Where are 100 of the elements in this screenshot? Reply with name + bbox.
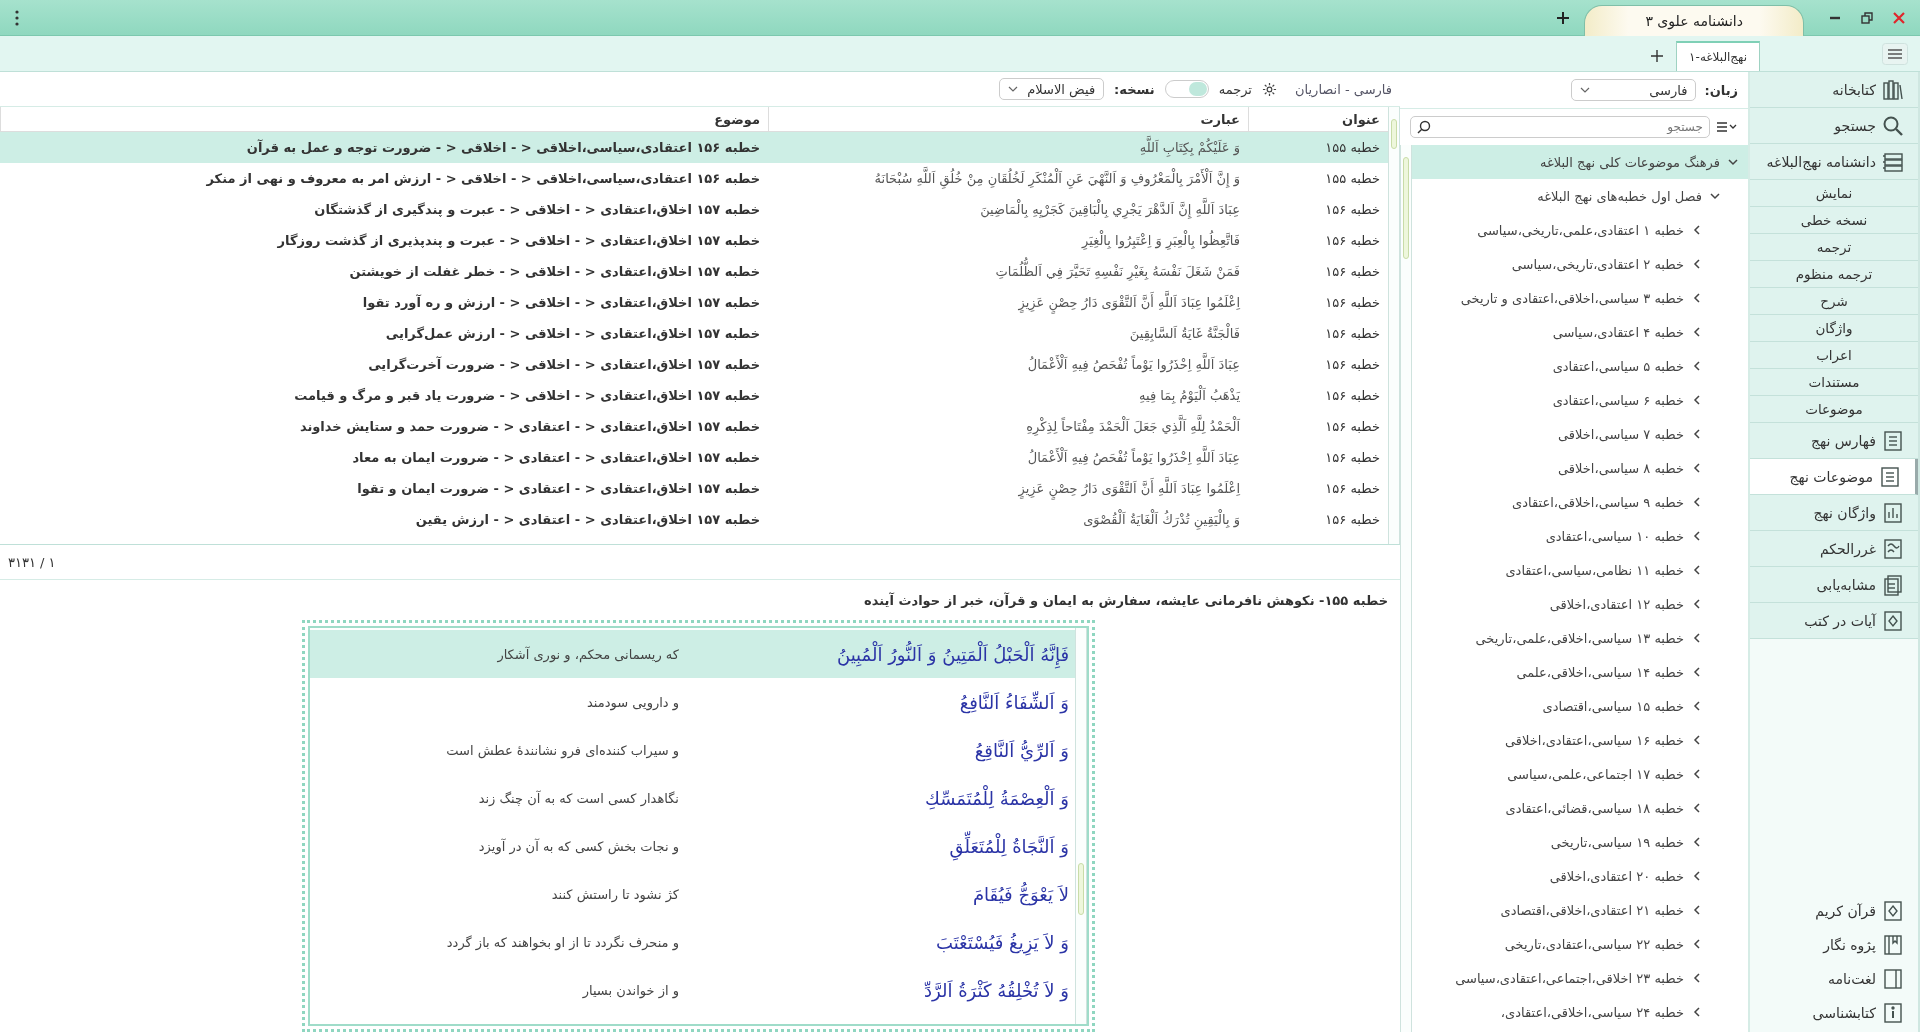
chevron-left-icon[interactable] — [1692, 327, 1702, 337]
menu-icon[interactable] — [1882, 42, 1908, 65]
verse-row[interactable]: وَ اَلرِّيُّ اَلنَّاقِعُ و سیراب کننده‌ای فرو نشانندهٔ عطش است — [310, 726, 1075, 774]
sidebar-item[interactable]: اعراب — [1750, 342, 1918, 369]
scrollbar[interactable] — [1400, 145, 1412, 1032]
sidebar-item[interactable]: نمایش — [1750, 180, 1918, 207]
document-tab[interactable]: نهج‌البلاغه-۱ — [1676, 41, 1760, 71]
chevron-left-icon[interactable] — [1692, 599, 1702, 609]
tree-item[interactable]: خطبه ۲۳ اخلاقی،اجتماعی،اعتقادی،سیاسی — [1412, 961, 1748, 995]
verse-row[interactable]: وَ لاَ تُخْلِقُهُ كَثْرَةُ اَلرَّدِّ و از خواندن بسیار — [310, 966, 1075, 1014]
sidebar-item[interactable]: پژوه نگار — [1750, 928, 1918, 962]
verse-row[interactable]: وَ اَلنَّجَاةُ لِلْمُتَعَلِّقِ و نجات بخش کسی که به آن در آویزد — [310, 822, 1075, 870]
table-row[interactable]: خطبه ۱۵۶ اَلْحَمْدُ لِلَّهِ اَلَّذِي جَعَلَ اَلْحَمْدَ مِفْتَاحاً لِذِكْرِهِ خطبه ۱۵۷ اخلاق،اعتقادی < - اعتقادی < - ضرورت حمد و ستایش خداوند — [0, 411, 1388, 442]
sidebar-item[interactable]: دانشنامه نهج‌البلاغه — [1750, 144, 1918, 180]
sidebar-item[interactable]: فهارس نهج — [1750, 423, 1918, 459]
tree-item[interactable]: خطبه ۱۵ سیاسی،اقتصادی — [1412, 689, 1748, 723]
table-row[interactable]: خطبه ۱۵۶ عِبَادَ اَللَّهِ إِنَّ اَلدَّهْرَ يَجْرِي بِالْبَاقِينَ كَجَرْيِهِ بِالْمَاضِينَ خطبه ۱۵۷ اخلاق،اعتقادی < - اخلاقی < - عبرت و پندگیری از گذشتگان — [0, 194, 1388, 225]
sidebar-item[interactable]: مستندات — [1750, 369, 1918, 396]
chevron-left-icon[interactable] — [1692, 803, 1702, 813]
edition-select[interactable]: فیض الاسلام — [999, 78, 1105, 100]
chevron-left-icon[interactable] — [1692, 531, 1702, 541]
sidebar-item[interactable]: قرآن کریم — [1750, 894, 1918, 928]
chevron-left-icon[interactable] — [1692, 633, 1702, 643]
chevron-left-icon[interactable] — [1692, 225, 1702, 235]
tree-item[interactable]: خطبه ۲۱ اعتقادی،اخلاقی،اقتصادی — [1412, 893, 1748, 927]
chevron-left-icon[interactable] — [1692, 565, 1702, 575]
sidebar-item[interactable]: آیات در کتب — [1750, 603, 1918, 639]
tree-item[interactable]: خطبه ۱۳ سیاسی،اخلاقی،علمی،تاریخی — [1412, 621, 1748, 655]
chevron-left-icon[interactable] — [1692, 667, 1702, 677]
sidebar-item[interactable]: غررالحکم — [1750, 531, 1918, 567]
sidebar-item[interactable]: لغت‌نامه — [1750, 962, 1918, 996]
plus-icon[interactable] — [1556, 10, 1571, 25]
tree-item[interactable]: فصل اول خطبه‌های نهج البلاغه — [1412, 179, 1748, 213]
table-row[interactable]: خطبه ۱۵۶ عِبَادَ اَللَّهِ اِحْذَرُوا يَوْماً تُفْحَصُ فِيهِ اَلْأَعْمَالُ خطبه ۱۵۷ اخلاق،اعتقادی < - اخلاقی < - ضرورت آخرت‌گرایی — [0, 349, 1388, 380]
verse-row[interactable]: فَإِنَّهُ اَلْحَبْلُ اَلْمَتِينُ وَ اَلنُّورُ اَلْمُبِينُ که ریسمانی محکم، و نوری آشکار — [310, 630, 1075, 678]
table-row[interactable]: خطبه ۱۵۶ عِبَادَ اَللَّهِ اِحْذَرُوا يَوْماً تُفْحَصُ فِيهِ اَلْأَعْمَالُ خطبه ۱۵۷ اخلاق،اعتقادی < - اعتقادی < - ضرورت ایمان به معاد — [0, 442, 1388, 473]
sidebar-item[interactable]: کتابشناسی — [1750, 996, 1918, 1030]
table-row[interactable]: خطبه ۱۵۶ فَالْجَنَّةُ غَايَةُ اَلسَّابِقِينَ خطبه ۱۵۷ اخلاق،اعتقادی < - اخلاقی < - ارزش عمل‌گرایی — [0, 318, 1388, 349]
list-options-icon[interactable] — [1716, 121, 1738, 133]
sidebar-item[interactable]: ترجمه منظوم — [1750, 261, 1918, 288]
scrollbar[interactable] — [1388, 107, 1400, 544]
restore-icon[interactable] — [1860, 10, 1874, 25]
tree-item[interactable]: خطبه ۱۹ سیاسی،تاریخی — [1412, 825, 1748, 859]
chevron-left-icon[interactable] — [1692, 973, 1702, 983]
sidebar-item[interactable]: موضوعات نهج — [1750, 459, 1918, 495]
chevron-left-icon[interactable] — [1692, 871, 1702, 881]
close-icon[interactable] — [1892, 10, 1906, 25]
sidebar-item[interactable]: کتابخانه — [1750, 72, 1918, 108]
sidebar-item[interactable]: ترجمه — [1750, 234, 1918, 261]
table-row[interactable]: خطبه ۱۵۶ اِعْلَمُوا عِبَادَ اَللَّهِ أَنَّ اَلتَّقْوَى دَارُ حِصْنٍ عَزِيزٍ خطبه ۱۵۷ اخلاق،اعتقادی < - اعتقادی < - ضرورت ایمان و تقوا — [0, 473, 1388, 504]
chevron-left-icon[interactable] — [1692, 463, 1702, 473]
scrollbar[interactable] — [1075, 628, 1087, 1024]
tree-item[interactable]: خطبه ۷ سیاسی،اخلاقی — [1412, 417, 1748, 451]
tree-item[interactable]: خطبه ۱۴ سیاسی،اخلاقی،علمی — [1412, 655, 1748, 689]
chevron-left-icon[interactable] — [1692, 497, 1702, 507]
tree-item[interactable]: خطبه ۱۲ اعتقادی،اخلاقی — [1412, 587, 1748, 621]
translation-toggle[interactable] — [1164, 80, 1209, 98]
sidebar-item[interactable]: موضوعات — [1750, 396, 1918, 423]
verse-row[interactable]: وَ لاَ يَزِيغُ فَيُسْتَعْتَبَ و منحرف نگردد تا از او بخواهند که باز گردد — [310, 918, 1075, 966]
tree-item[interactable]: خطبه ۹ سیاسی،اخلاقی،اعتقادی — [1412, 485, 1748, 519]
chevron-left-icon[interactable] — [1692, 701, 1702, 711]
tree-item[interactable]: خطبه ۱۷ اجتماعی،علمی،سیاسی — [1412, 757, 1748, 791]
chevron-left-icon[interactable] — [1692, 259, 1702, 269]
verse-row[interactable]: لاَ يَعْوَجُّ فَيُقَامَ کژ نشود تا راستش کنند — [310, 870, 1075, 918]
tree-item[interactable]: خطبه ۱۶ سیاسی،اعتقادی،اخلاقی — [1412, 723, 1748, 757]
table-row[interactable]: خطبه ۱۵۶ فَمَنْ شَغَلَ نَفْسَهُ بِغَيْرِ نَفْسِهِ تَحَيَّرَ فِي اَلظُّلُمَاتِ خطبه ۱۵۷ اخلاق،اعتقادی < - اخلاقی < - خطر غفلت از خویشتن — [0, 256, 1388, 287]
verse-row[interactable]: وَ اَلشِّفَاءُ اَلنَّافِعُ و دارویی سودمند — [310, 678, 1075, 726]
tree-item[interactable]: خطبه ۳ سیاسی،اخلاقی،اعتقادی و تاریخی — [1412, 281, 1748, 315]
tree-item[interactable]: خطبه ۱ اعتقادی،علمی،تاریخی،سیاسی — [1412, 213, 1748, 247]
chevron-left-icon[interactable] — [1692, 361, 1702, 371]
verse-row[interactable]: وَ اَلْعِصْمَةُ لِلْمُتَمَسِّكِ نگاهدار کسی است که به آن چنگ زند — [310, 774, 1075, 822]
tree-item[interactable]: خطبه ۵ سیاسی،اعتقادی — [1412, 349, 1748, 383]
column-header[interactable]: عبارت — [768, 107, 1248, 131]
more-icon[interactable] — [14, 9, 20, 26]
gear-icon[interactable] — [1262, 81, 1277, 97]
table-row[interactable]: خطبه ۱۵۵ وَ إِنَّ اَلْأَمْرَ بِالْمَعْرُوفِ وَ اَلنَّهْيَ عَنِ اَلْمُنْكَرِ لَخُلُقَانِ مِنْ خُلُقِ اَللَّهِ سُبْحَانَهُ خطبه ۱۵۶ اعتقادی،سیاسی،اخلاقی < - اخلاقی < - ارزش امر به معروف و نهی از منکر — [0, 163, 1388, 194]
app-tab[interactable]: دانشنامه علوی ۳ — [1584, 5, 1804, 36]
chevron-left-icon[interactable] — [1692, 769, 1702, 779]
tree-item[interactable]: خطبه ۱۸ سیاسی،قضائی،اعتقادی — [1412, 791, 1748, 825]
sidebar-item[interactable]: نسخه خطی — [1750, 207, 1918, 234]
plus-icon[interactable] — [1650, 49, 1665, 63]
table-row[interactable]: خطبه ۱۵۶ اِعْلَمُوا عِبَادَ اَللَّهِ أَنَّ اَلتَّقْوَى دَارُ حِصْنٍ عَزِيزٍ خطبه ۱۵۷ اخلاق،اعتقادی < - اخلاقی < - ارزش و ره آورد تقوا — [0, 287, 1388, 318]
chevron-down-icon[interactable] — [1710, 191, 1720, 201]
sidebar-item[interactable]: واژگان — [1750, 315, 1918, 342]
sidebar-item[interactable]: جستجو — [1750, 108, 1918, 144]
chevron-left-icon[interactable] — [1692, 395, 1702, 405]
tree-item[interactable]: خطبه ۲۰ اعتقادی،اخلاقی — [1412, 859, 1748, 893]
tree-item[interactable]: خطبه ۶ سیاسی،اعتقادی — [1412, 383, 1748, 417]
column-header[interactable]: موضوع — [0, 107, 768, 131]
chevron-left-icon[interactable] — [1692, 905, 1702, 915]
column-header[interactable]: عنوان — [1248, 107, 1388, 131]
tree-item[interactable]: خطبه ۲ اعتقادی،تاریخی،سیاسی — [1412, 247, 1748, 281]
sidebar-item[interactable]: واژگان نهج — [1750, 495, 1918, 531]
chevron-left-icon[interactable] — [1692, 735, 1702, 745]
chevron-left-icon[interactable] — [1692, 939, 1702, 949]
chevron-down-icon[interactable] — [1728, 157, 1738, 167]
tree-item[interactable]: خطبه ۲۴ سیاسی،اخلاقی،اعتقادی، — [1412, 995, 1748, 1029]
tree-item[interactable]: خطبه ۱۰ سیاسی،اعتقادی — [1412, 519, 1748, 553]
tree-item[interactable]: خطبه ۸ سیاسی،اخلاقی — [1412, 451, 1748, 485]
tree-item[interactable]: خطبه ۲۲ سیاسی،اعتقادی،تاریخی — [1412, 927, 1748, 961]
